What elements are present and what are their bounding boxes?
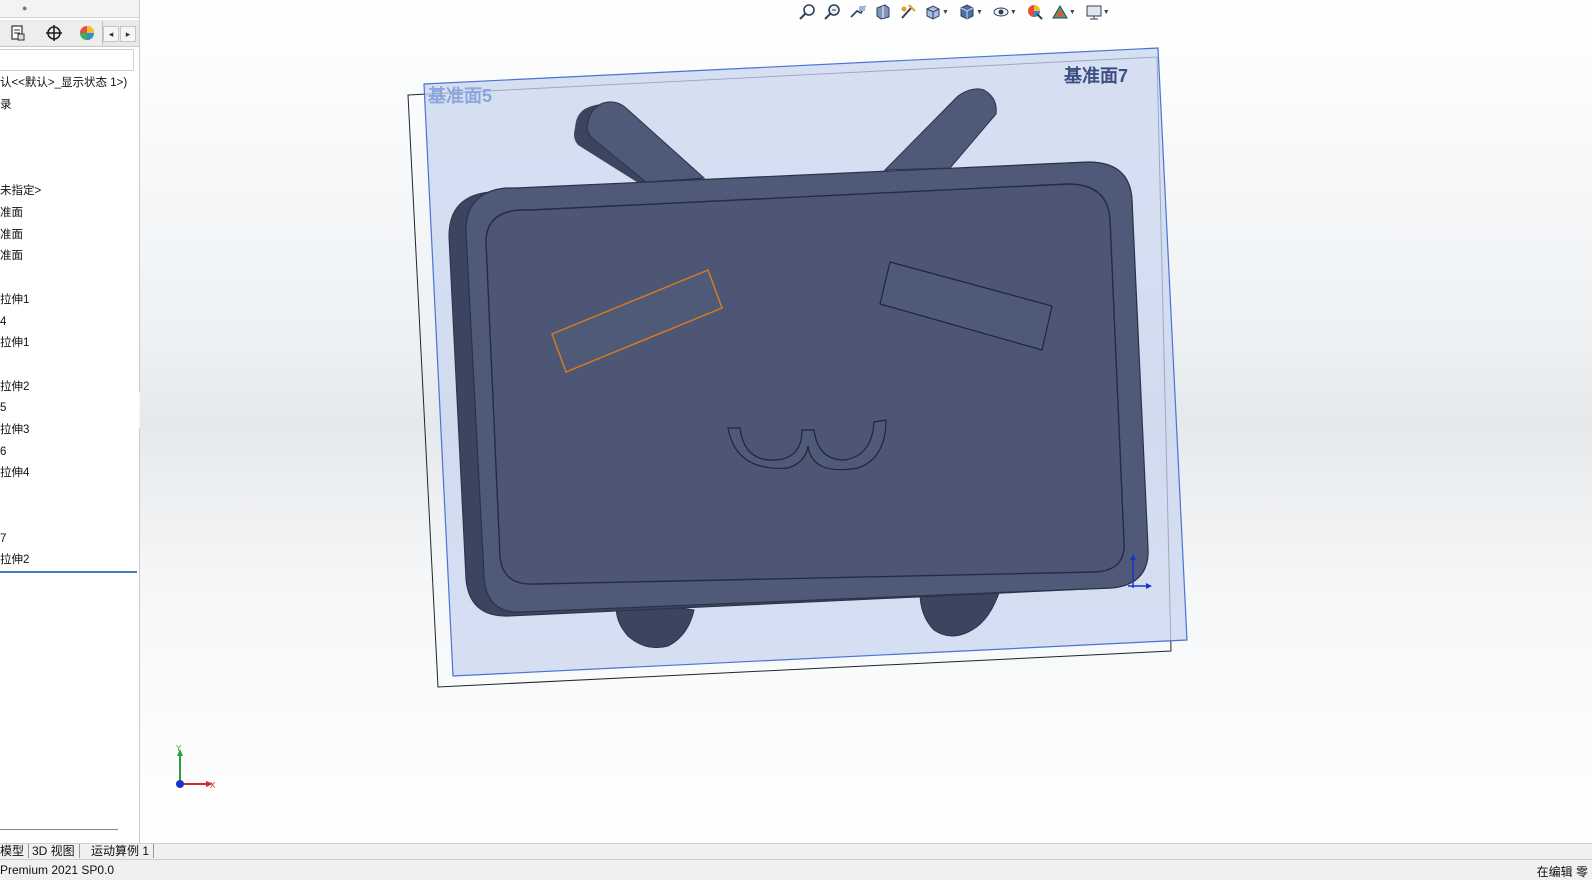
display-manager-tab[interactable]	[72, 21, 103, 45]
tree-item[interactable]: 准面	[0, 249, 23, 263]
triad-y-label: Y	[176, 744, 182, 753]
tree-item[interactable]: 4	[0, 315, 6, 329]
tree-item[interactable]: 拉伸3	[0, 423, 29, 437]
tree-filter-input[interactable]	[0, 49, 134, 71]
configuration-manager-tab[interactable]	[36, 21, 73, 45]
plane-label-back[interactable]: 基准面5	[427, 85, 492, 106]
tree-item[interactable]: 准面	[0, 206, 23, 220]
configuration-manager-icon	[46, 25, 62, 41]
tree-item[interactable]: 5	[0, 401, 6, 415]
status-edit-mode: 在编辑 零	[1536, 865, 1588, 879]
property-manager-icon	[11, 25, 25, 41]
tree-item[interactable]: 准面	[0, 228, 23, 242]
panel-grip-icon: ●	[22, 3, 28, 13]
panel-horizontal-scrollbar[interactable]	[0, 829, 118, 830]
tree-item[interactable]: 拉伸1	[0, 336, 29, 350]
tree-item[interactable]: 拉伸4	[0, 466, 29, 480]
display-manager-icon	[80, 26, 94, 40]
graphics-viewport[interactable]: ▼ ▼ ▼ ▼ ▼ 基准面5 基准面7 Y X	[140, 0, 1592, 843]
status-bar: Premium 2021 SP0.0 在编辑 零	[0, 859, 1592, 881]
bottom-tab-bar: 模型 3D 视图 运动算例 1	[0, 843, 1592, 859]
property-manager-tab[interactable]	[0, 21, 37, 45]
tree-item[interactable]: 7	[0, 532, 6, 546]
page-bottom-strip	[0, 880, 1592, 894]
tree-item[interactable]: 未指定>	[0, 184, 41, 198]
tab-scroll-right-icon[interactable]: ▸	[120, 26, 136, 42]
tab-motion-study[interactable]: 运动算例 1	[87, 844, 155, 858]
plane-label-front[interactable]: 基准面7	[1063, 65, 1128, 86]
tab-3d-view[interactable]: 3D 视图	[28, 844, 80, 858]
panel-tab-bar: ◂ ▸	[0, 20, 139, 47]
tab-scroll-left-icon[interactable]: ◂	[103, 26, 119, 42]
model-scene[interactable]: 基准面5 基准面7	[140, 0, 1592, 843]
feature-manager-panel: ● ◂ ▸ 认<<默认>_显示状态 1>) 录 未指定> 准面 准面 准面 拉伸…	[0, 0, 140, 843]
tree-item[interactable]: 拉伸2	[0, 380, 29, 394]
tree-config-line[interactable]: 认<<默认>_显示状态 1>)	[0, 76, 127, 90]
tree-item[interactable]: 6	[0, 445, 6, 459]
tab-model[interactable]: 模型	[0, 844, 30, 858]
tree-item[interactable]: 拉伸2	[0, 553, 29, 567]
rollback-bar[interactable]	[0, 571, 137, 573]
tree-item[interactable]: 拉伸1	[0, 293, 29, 307]
triad-x-label: X	[210, 781, 216, 790]
reference-triad: Y X	[176, 744, 216, 790]
status-version: Premium 2021 SP0.0	[0, 863, 115, 877]
screen-recess[interactable]	[485, 183, 1125, 585]
panel-header: ●	[0, 0, 139, 18]
tree-item[interactable]: 录	[0, 98, 12, 112]
